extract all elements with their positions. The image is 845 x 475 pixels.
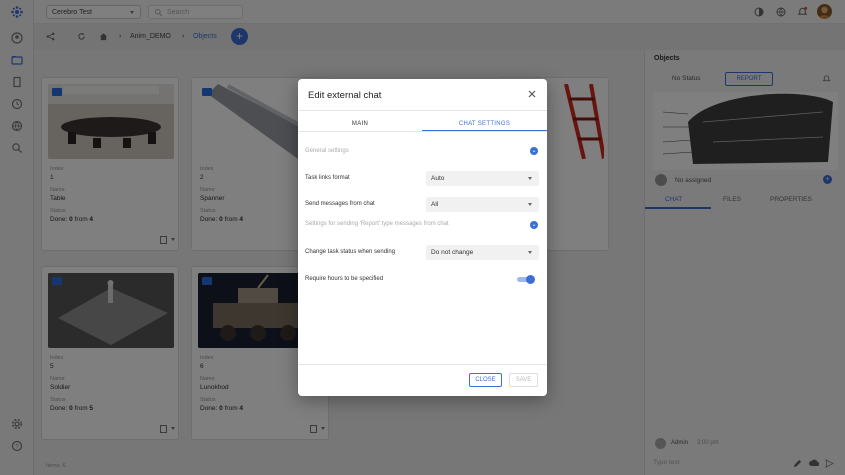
chevron-down-icon — [528, 251, 532, 254]
close-icon[interactable] — [527, 89, 537, 99]
chevron-down-icon — [528, 177, 532, 180]
task-links-format-value: Auto — [431, 175, 445, 182]
chevron-down-icon — [528, 203, 532, 206]
save-button[interactable]: SAVE — [509, 373, 538, 387]
change-status-label: Change task status when sending — [305, 249, 396, 255]
general-settings-heading: General settings — [305, 148, 349, 154]
report-settings-heading: Settings for sending 'Report' type messa… — [305, 221, 449, 227]
task-links-format-label: Task links format — [305, 175, 350, 181]
expand-report-icon[interactable]: ⌄ — [530, 221, 538, 229]
close-button[interactable]: CLOSE — [469, 373, 502, 387]
task-links-format-select[interactable]: Auto — [426, 171, 539, 186]
dialog-title: Edit external chat — [308, 90, 382, 101]
tab-chat-settings[interactable]: CHAT SETTINGS — [422, 117, 547, 131]
divider — [298, 110, 547, 111]
send-messages-select[interactable]: All — [426, 197, 539, 212]
toggle-knob — [526, 275, 535, 284]
tab-main[interactable]: MAIN — [298, 117, 422, 131]
send-messages-label: Send messages from chat — [305, 201, 375, 207]
expand-general-icon[interactable]: ⌄ — [530, 147, 538, 155]
send-messages-value: All — [431, 201, 439, 208]
require-hours-toggle[interactable] — [517, 275, 535, 284]
divider — [298, 364, 547, 365]
require-hours-label: Require hours to be specified — [305, 276, 384, 282]
change-status-value: Do not change — [431, 249, 474, 256]
edit-external-chat-dialog: Edit external chat MAIN CHAT SETTINGS Ge… — [298, 79, 547, 396]
divider — [298, 131, 547, 132]
change-status-select[interactable]: Do not change — [426, 245, 539, 260]
